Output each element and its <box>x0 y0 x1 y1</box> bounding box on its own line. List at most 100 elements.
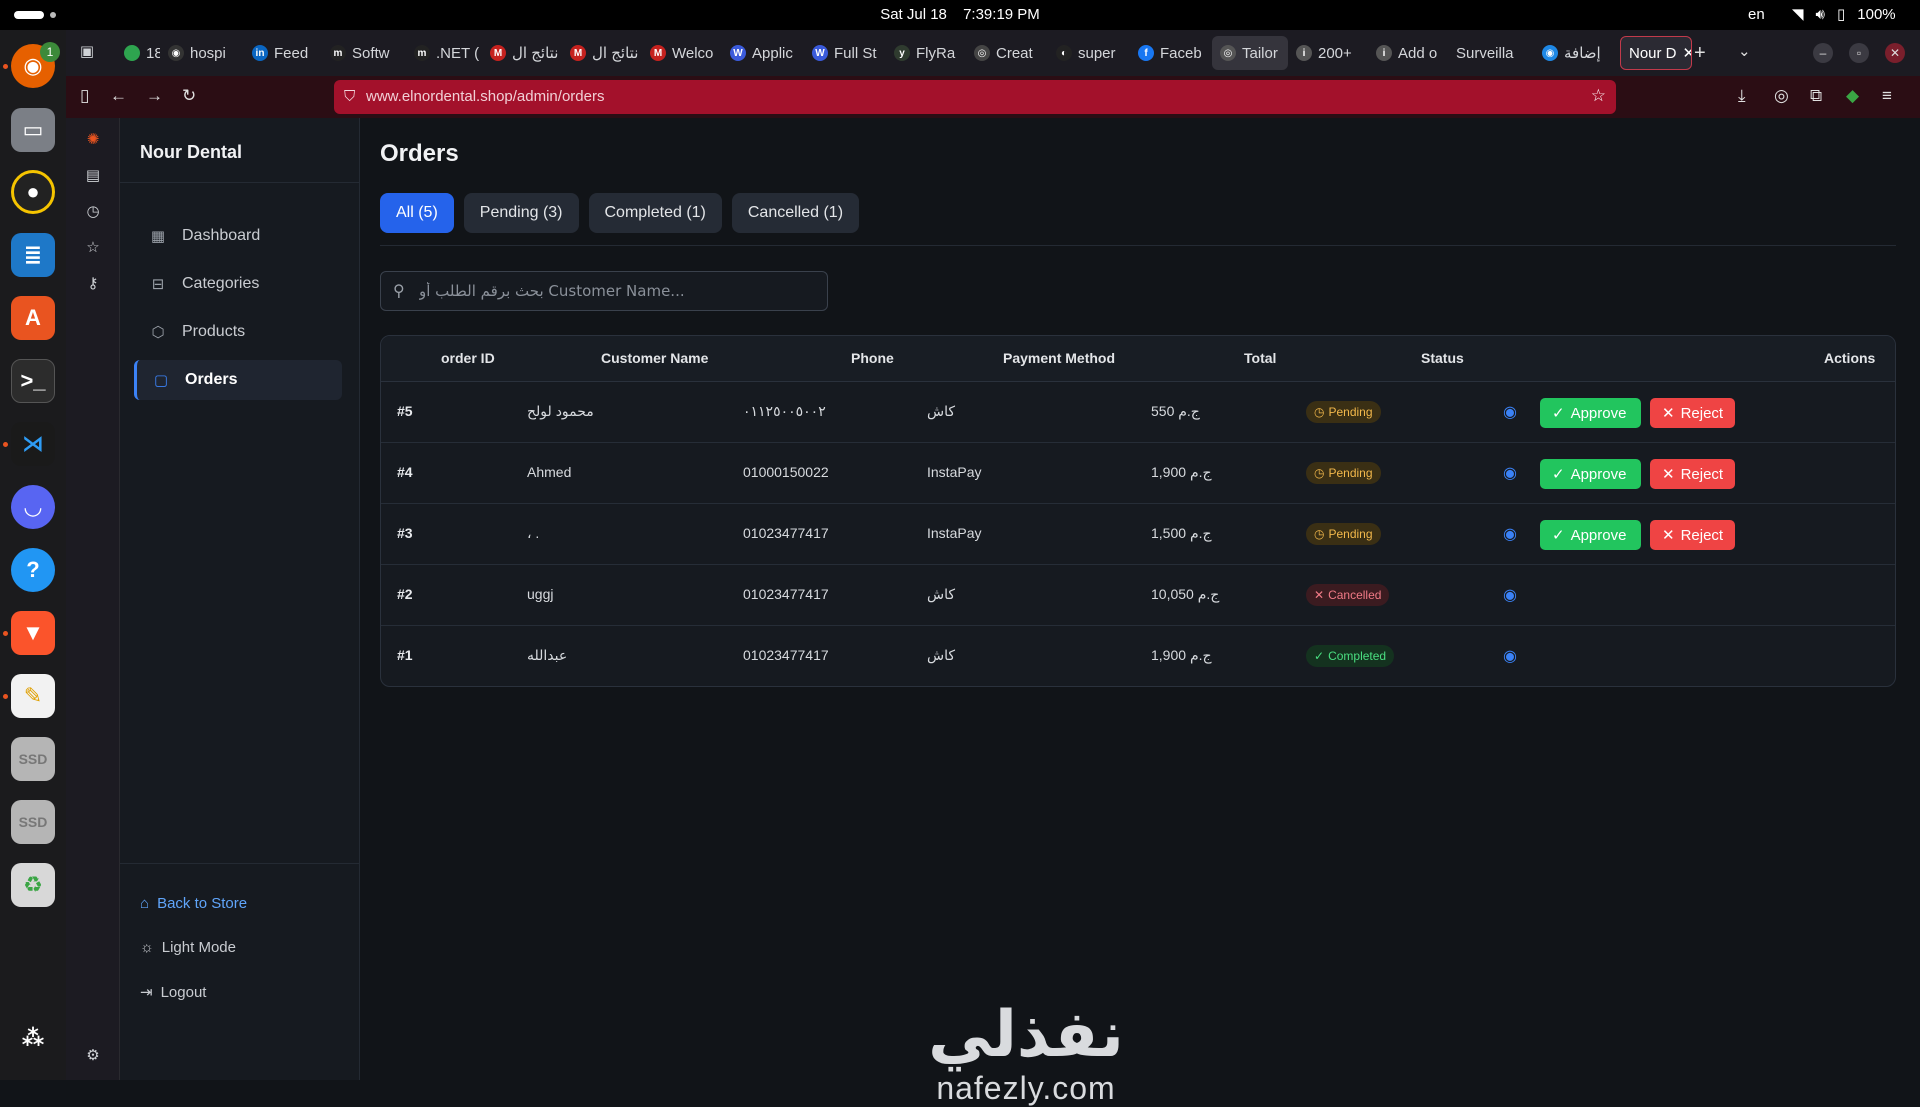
show-apps-icon[interactable]: ⁂ <box>11 1016 55 1060</box>
list-tabs-icon[interactable]: ⌄ <box>1738 42 1751 60</box>
ssd-drive-icon[interactable]: SSD <box>11 800 55 844</box>
extension-icon[interactable]: ◆ <box>1846 86 1859 106</box>
history-icon[interactable]: ◷ <box>81 202 105 226</box>
status-badge: ✓ Completed <box>1306 645 1395 667</box>
browser-tab[interactable]: Surveilla <box>1448 36 1534 70</box>
terminal-icon[interactable]: >_ <box>11 359 55 403</box>
trash-icon[interactable]: ♻ <box>11 863 55 907</box>
maximize-icon[interactable]: ▫ <box>1849 43 1869 63</box>
back-to-store-link[interactable]: ⌂ Back to Store <box>140 895 247 912</box>
tab-cancelled[interactable]: Cancelled (1) <box>731 193 860 233</box>
tab-all[interactable]: All (5) <box>380 193 454 233</box>
sidebar-toggle-icon[interactable]: ▯ <box>80 86 89 106</box>
close-tab-icon[interactable]: ✕ <box>1683 44 1691 62</box>
discord-icon[interactable]: ◡ <box>11 485 55 529</box>
browser-tab[interactable]: ◉ hospi <box>160 36 244 70</box>
forward-icon[interactable]: → <box>146 86 163 106</box>
app-center-icon[interactable]: A <box>11 296 55 340</box>
brave-icon[interactable]: ▼ <box>11 611 55 655</box>
approve-button[interactable]: ✓ Approve <box>1540 520 1641 550</box>
writer-icon[interactable]: ≣ <box>11 233 55 277</box>
input-language[interactable]: en <box>1748 6 1765 23</box>
view-order-eye-icon[interactable]: ◉ <box>1503 402 1517 422</box>
ai-chat-icon[interactable]: ✺ <box>81 130 105 154</box>
sun-icon: ☼ <box>140 939 154 956</box>
approve-button[interactable]: ✓ Approve <box>1540 459 1641 489</box>
browser-tab[interactable]: M نتائج ال <box>482 36 562 70</box>
orders-icon: ▢ <box>153 372 169 389</box>
clock[interactable]: Sat Jul 18 7:39:19 PM <box>0 6 1920 23</box>
browser-tab[interactable]: f Faceb <box>1130 36 1212 70</box>
download-icon[interactable]: ⤓ <box>1738 86 1746 106</box>
reject-button[interactable]: ✕ Reject <box>1650 398 1735 428</box>
reject-button[interactable]: ✕ Reject <box>1650 520 1735 550</box>
extensions-icon[interactable]: ⧉ <box>1810 86 1822 106</box>
browser-tab[interactable]: y FlyRa <box>886 36 966 70</box>
status-badge: ✕ Cancelled <box>1306 584 1390 606</box>
view-order-eye-icon[interactable]: ◉ <box>1503 524 1517 544</box>
search-input[interactable] <box>419 272 819 310</box>
light-mode-toggle[interactable]: ☼ Light Mode <box>140 939 236 956</box>
browser-tab[interactable]: i Add o <box>1368 36 1448 70</box>
reload-icon[interactable]: ↻ <box>182 86 196 106</box>
payment-method: كاش <box>927 647 956 663</box>
customer-name: عبدالله <box>527 647 568 663</box>
text-editor-icon[interactable]: ✎ <box>11 674 55 718</box>
browser-tab[interactable]: in Feed <box>244 36 322 70</box>
view-order-eye-icon[interactable]: ◉ <box>1503 646 1517 666</box>
browser-tab[interactable]: W Applic <box>722 36 804 70</box>
browser-tab[interactable]: i 200+ <box>1288 36 1368 70</box>
new-tab-icon[interactable]: + <box>1694 42 1706 65</box>
tab-pending[interactable]: Pending (3) <box>463 193 579 233</box>
x-icon: ✕ <box>1662 527 1675 544</box>
sidebar-item-orders[interactable]: ▢ Orders <box>134 360 342 400</box>
reject-button[interactable]: ✕ Reject <box>1650 459 1735 489</box>
browser-tab[interactable]: ◉ إضافة <box>1534 36 1620 70</box>
minimize-icon[interactable]: – <box>1813 43 1833 63</box>
browser-tab[interactable]: 18 <box>116 36 160 70</box>
sidebar-item-dashboard[interactable]: ▦ Dashboard <box>134 216 342 256</box>
browser-tab[interactable]: ◎ Tailor <box>1212 36 1288 70</box>
browser-tab[interactable]: ◐ super <box>1048 36 1130 70</box>
view-order-eye-icon[interactable]: ◉ <box>1503 463 1517 483</box>
running-indicator <box>3 631 8 636</box>
tab-overview-icon[interactable]: ▣ <box>76 42 98 64</box>
account-icon[interactable]: ◎ <box>1774 86 1789 106</box>
browser-tab[interactable]: Nour D ✕ <box>1620 36 1692 70</box>
logout-button[interactable]: ⇥ Logout <box>140 983 206 1002</box>
bookmarks-icon[interactable]: ☆ <box>81 238 105 262</box>
view-order-eye-icon[interactable]: ◉ <box>1503 585 1517 605</box>
phone-number: 01023477417 <box>743 586 829 602</box>
logout-icon: ⇥ <box>140 984 153 1001</box>
synced-tabs-icon[interactable]: ▤ <box>81 166 105 190</box>
rhythmbox-icon[interactable]: ● <box>11 170 55 214</box>
system-tray[interactable]: ◥ 🔊︎ ▯ 100% <box>1792 5 1896 24</box>
back-icon[interactable]: ← <box>110 86 127 106</box>
browser-tab[interactable]: M Welco <box>642 36 722 70</box>
passwords-icon[interactable]: ⚷ <box>81 274 105 298</box>
sidebar-item-categories[interactable]: ⊟ Categories <box>134 264 342 304</box>
tab-label: Nour D <box>1629 44 1677 62</box>
files-icon[interactable]: ▭ <box>11 108 55 152</box>
sidebar-item-products[interactable]: ⬡ Products <box>134 312 342 352</box>
browser-tab[interactable]: m Softw <box>322 36 406 70</box>
tab-label: .NET ( <box>436 44 480 62</box>
light-mode-label: Light Mode <box>161 939 236 956</box>
tab-completed[interactable]: Completed (1) <box>588 193 722 233</box>
home-icon: ⌂ <box>140 895 150 912</box>
approve-button[interactable]: ✓ Approve <box>1540 398 1641 428</box>
browser-tab[interactable]: W Full St <box>804 36 886 70</box>
ssd-drive-icon[interactable]: SSD <box>11 737 55 781</box>
url-text: www.elnordental.shop/admin/orders <box>366 88 605 105</box>
browser-tab[interactable]: ◎ Creat <box>966 36 1048 70</box>
approve-label: Approve <box>1570 404 1627 422</box>
address-bar[interactable]: ⛉ www.elnordental.shop/admin/orders ☆ <box>334 80 1616 114</box>
bookmark-star-icon[interactable]: ☆ <box>1591 86 1606 106</box>
help-icon[interactable]: ? <box>11 548 55 592</box>
sidebar-settings-icon[interactable]: ⚙ <box>81 1046 105 1070</box>
browser-tab[interactable]: M نتائج ال <box>562 36 642 70</box>
browser-tab[interactable]: m .NET ( <box>406 36 482 70</box>
vscode-icon[interactable]: ⋊ <box>11 422 55 466</box>
menu-icon[interactable]: ≡ <box>1882 86 1892 106</box>
close-window-icon[interactable]: ✕ <box>1885 43 1905 63</box>
